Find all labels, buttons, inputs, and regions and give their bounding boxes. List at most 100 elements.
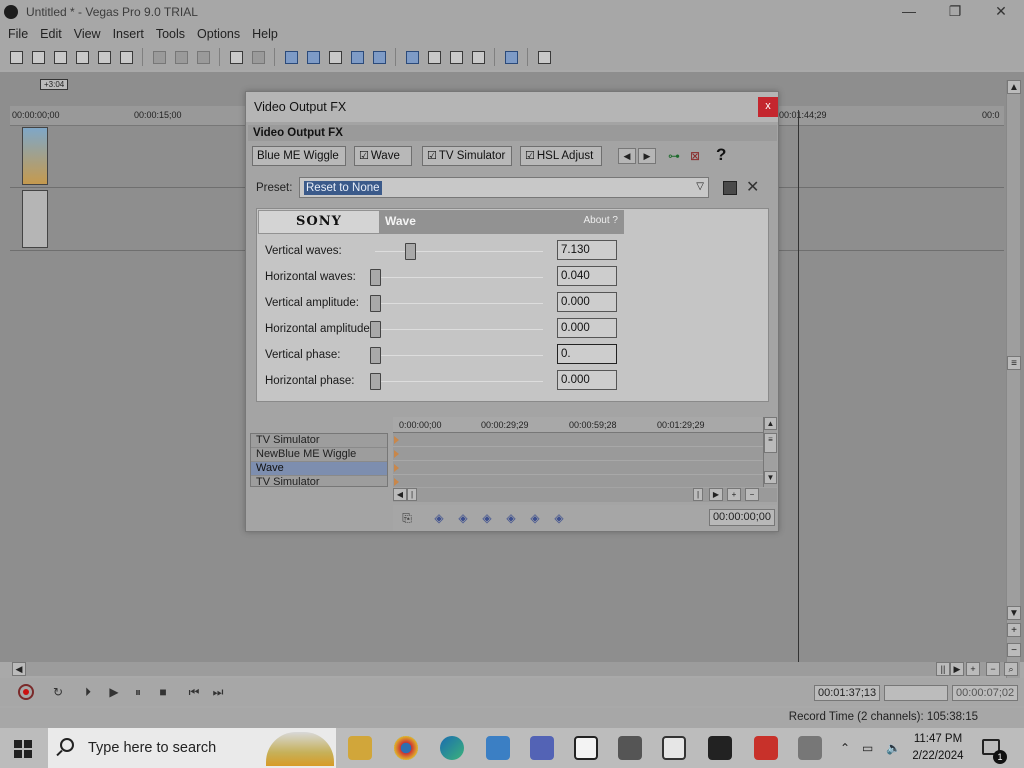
chrome-icon[interactable] <box>394 736 418 760</box>
copy-icon[interactable] <box>171 47 191 67</box>
chevron-down-icon[interactable]: ▽ <box>696 181 704 192</box>
keyframe-row[interactable] <box>393 447 763 461</box>
keyframe-row[interactable] <box>393 433 763 447</box>
scroll-right-icon[interactable]: ▶ <box>709 488 723 501</box>
about-link[interactable]: About ? <box>584 215 618 226</box>
snapping-icon[interactable] <box>402 47 422 67</box>
selection-tool-icon[interactable] <box>325 47 345 67</box>
scroll-right-icon[interactable]: ▶ <box>950 662 964 676</box>
scroll-down-icon[interactable]: ▼ <box>1007 606 1021 620</box>
zoom-in-icon[interactable]: + <box>966 662 980 676</box>
menu-help[interactable]: Help <box>246 27 284 41</box>
go-to-end-icon[interactable]: ⏭ <box>210 685 226 699</box>
chevron-up-icon[interactable]: ⌃ <box>840 741 850 755</box>
keyframe-vertical-scrollbar[interactable]: ▲ ≡ ▼ <box>763 417 777 487</box>
last-keyframe-icon[interactable]: ◈ <box>527 510 543 526</box>
network-icon[interactable]: ▭ <box>862 741 873 755</box>
scroll-up-icon[interactable]: ▲ <box>764 417 777 430</box>
keyframe-tracks[interactable] <box>393 433 763 489</box>
ableton-icon[interactable] <box>754 736 778 760</box>
loop-playback-icon[interactable]: ↻ <box>50 685 66 699</box>
menu-tools[interactable]: Tools <box>150 27 191 41</box>
redo-icon[interactable] <box>248 47 268 67</box>
next-keyframe-icon[interactable]: ◈ <box>503 510 519 526</box>
zoom-out-icon[interactable]: − <box>745 488 759 501</box>
chain-item-newblue-wiggle[interactable]: Blue ME Wiggle <box>252 146 346 166</box>
timeline-vertical-scrollbar[interactable]: ▲ ≡ ▼ + − <box>1006 80 1021 678</box>
go-to-start-icon[interactable]: ⏮ <box>186 685 202 699</box>
7zip-icon[interactable] <box>708 736 732 760</box>
previous-keyframe-icon[interactable]: ◈ <box>455 510 471 526</box>
slider-track[interactable] <box>375 303 543 304</box>
keyframe-row[interactable] <box>393 461 763 475</box>
scroll-thumb[interactable]: ≡ <box>764 433 777 453</box>
chain-scroll-right-icon[interactable]: ▶ <box>638 148 656 164</box>
checkbox-checked-icon[interactable]: ☑ <box>359 150 369 162</box>
undo-icon[interactable] <box>226 47 246 67</box>
scroll-down-icon[interactable]: ▼ <box>764 471 777 484</box>
render-icon[interactable] <box>94 47 114 67</box>
fx-list-item-selected[interactable]: Wave <box>251 462 387 476</box>
delete-keyframe-icon[interactable]: ◈ <box>551 510 567 526</box>
slider-track[interactable] <box>375 329 543 330</box>
scroll-thumb[interactable]: || <box>936 662 950 676</box>
play-from-start-icon[interactable]: ⏵ <box>80 685 96 699</box>
solitaire-icon[interactable] <box>574 736 598 760</box>
zoom-out-icon[interactable]: − <box>1007 643 1021 657</box>
save-as-icon[interactable] <box>72 47 92 67</box>
zoom-in-icon[interactable]: + <box>727 488 741 501</box>
windows-start-icon[interactable] <box>14 740 32 758</box>
scroll-thumb[interactable]: ≡ <box>1007 356 1021 370</box>
minimize-button[interactable]: — <box>886 0 932 24</box>
pause-icon[interactable]: ⏸ <box>130 685 146 699</box>
scroll-up-icon[interactable]: ▲ <box>1007 80 1021 94</box>
keyframe-ruler[interactable]: 0:00:00;00 00:00:29;29 00:00:59;28 00:01… <box>393 417 763 433</box>
chain-item-hsl-adjust[interactable]: ☑ HSL Adjust <box>520 146 602 166</box>
selection-length-display[interactable]: 00:00:07;02 <box>952 685 1018 701</box>
taskbar-clock[interactable]: 11:47 PM 2/22/2024 <box>906 731 970 765</box>
slider-track[interactable] <box>375 277 543 278</box>
selection-start-display[interactable] <box>884 685 948 701</box>
fx-list-item[interactable]: NewBlue ME Wiggle <box>251 448 387 462</box>
slider-track[interactable] <box>375 251 543 252</box>
restore-button[interactable]: ❐ <box>932 0 978 24</box>
param-value-field[interactable]: 0.000 <box>557 292 617 312</box>
ignore-grouping-icon[interactable] <box>446 47 466 67</box>
close-button[interactable]: ✕ <box>978 0 1024 24</box>
edge-icon[interactable] <box>440 736 464 760</box>
whats-this-help-icon[interactable] <box>534 47 554 67</box>
slider-thumb[interactable] <box>405 243 416 260</box>
param-value-field[interactable]: 0.000 <box>557 370 617 390</box>
slider-track[interactable] <box>375 355 543 356</box>
slider-thumb[interactable] <box>370 295 381 312</box>
chain-scroll-left-icon[interactable]: ◀ <box>618 148 636 164</box>
paste-icon[interactable] <box>193 47 213 67</box>
menu-insert[interactable]: Insert <box>107 27 150 41</box>
keyframe-time-display[interactable]: 00:00:00;00 <box>709 509 775 526</box>
zoom-tool-icon[interactable]: ⌕ <box>1004 662 1018 676</box>
file-explorer-icon[interactable] <box>348 736 372 760</box>
save-icon[interactable] <box>50 47 70 67</box>
help-icon[interactable]: ? <box>716 145 726 165</box>
auto-ripple-icon[interactable] <box>347 47 367 67</box>
cut-icon[interactable] <box>149 47 169 67</box>
keyframe-horizontal-scrollbar[interactable]: ◀ | | ▶ + − <box>393 488 777 502</box>
new-project-icon[interactable] <box>6 47 26 67</box>
delete-preset-icon[interactable]: ✕ <box>746 177 759 197</box>
slider-thumb[interactable] <box>370 321 381 338</box>
envelope-tool-icon[interactable] <box>303 47 323 67</box>
save-preset-icon[interactable] <box>723 181 737 195</box>
open-icon[interactable] <box>28 47 48 67</box>
properties-icon[interactable] <box>116 47 136 67</box>
dialog-title-bar[interactable]: Video Output FX x <box>246 92 778 122</box>
normal-edit-tool-icon[interactable] <box>281 47 301 67</box>
add-keyframe-icon[interactable]: ◈ <box>479 510 495 526</box>
chain-item-wave[interactable]: ☑ Wave <box>354 146 412 166</box>
slider-thumb[interactable] <box>370 373 381 390</box>
camera-icon[interactable] <box>798 736 822 760</box>
3d-viewer-icon[interactable] <box>662 736 686 760</box>
checkbox-checked-icon[interactable]: ☑ <box>525 150 535 162</box>
stop-icon[interactable]: ■ <box>155 685 171 699</box>
chain-item-tv-simulator[interactable]: ☑ TV Simulator <box>422 146 512 166</box>
scroll-thumb[interactable]: | <box>407 488 417 501</box>
